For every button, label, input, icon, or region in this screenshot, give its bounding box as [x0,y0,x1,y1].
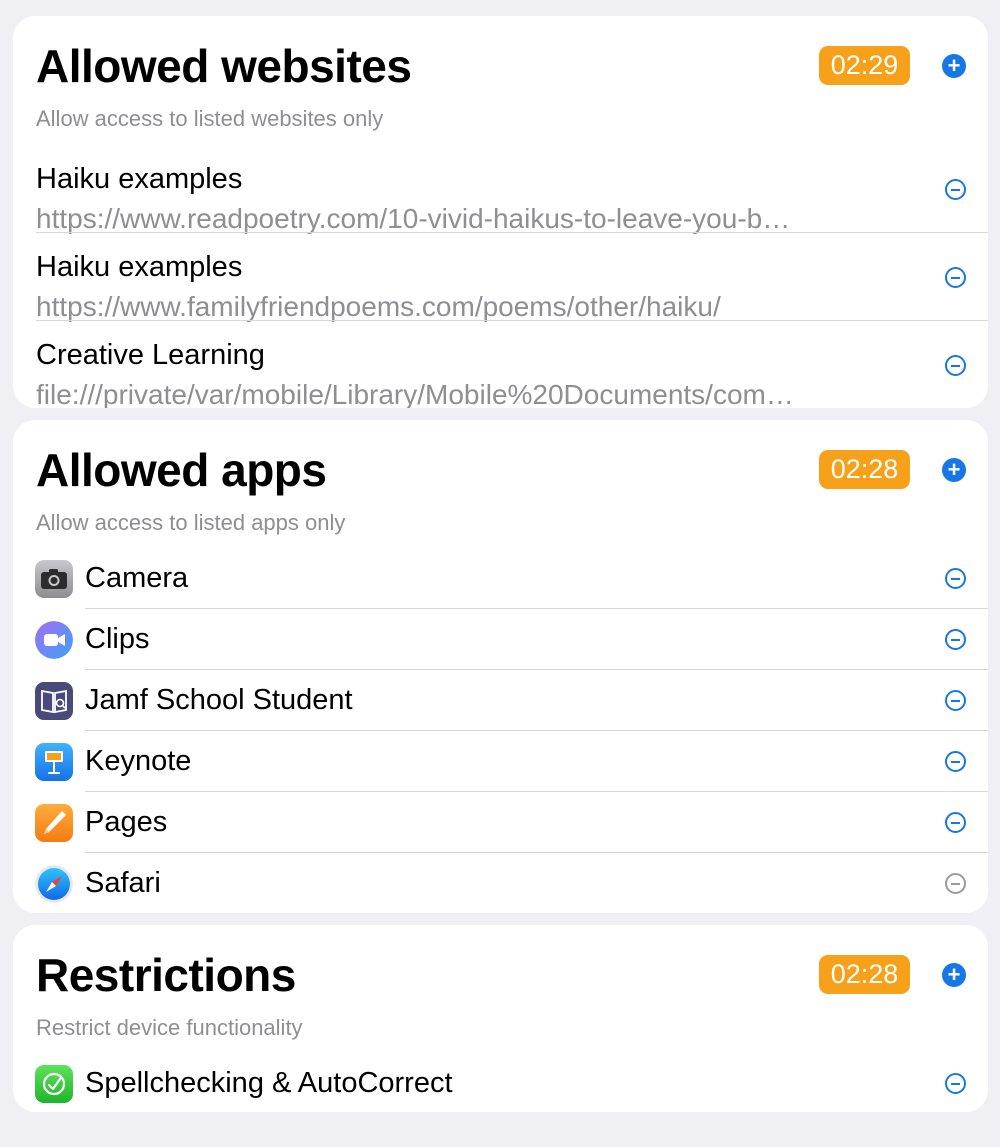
remove-app-button[interactable] [945,629,966,650]
restriction-name: Spellchecking & AutoCorrect [85,1067,453,1099]
remove-website-button[interactable] [945,267,966,288]
remove-website-button[interactable] [945,179,966,200]
app-name: Pages [85,806,168,838]
spellcheck-icon [35,1065,73,1103]
app-row-clips: Clips [13,609,988,670]
allowed-websites-subtitle: Allow access to listed websites only [36,106,384,131]
website-url: https://www.readpoetry.com/10-vivid-haik… [36,203,791,234]
remove-app-button[interactable] [945,751,966,772]
jamf-school-student-icon [35,682,73,720]
allowed-websites-title: Allowed websites [36,40,412,92]
website-url: file:///private/var/mobile/Library/Mobil… [36,379,794,408]
website-name: Creative Learning [36,339,265,371]
remove-app-button[interactable] [945,568,966,589]
app-row-camera: Camera [13,548,988,609]
app-row-jamf-school-student: Jamf School Student [13,670,988,731]
website-name: Haiku examples [36,163,243,195]
app-name: Clips [85,623,150,655]
pages-icon [35,804,73,842]
clips-icon [35,621,73,659]
website-url: https://www.familyfriendpoems.com/poems/… [36,291,721,322]
allowed-apps-title: Allowed apps [36,444,327,496]
website-row: Creative Learning file:///private/var/mo… [13,321,988,408]
app-name: Camera [85,562,189,594]
website-name: Haiku examples [36,251,243,283]
remove-app-button[interactable] [945,873,966,894]
app-name: Keynote [85,745,192,777]
websites-timer-badge: 02:29 [819,46,910,85]
website-row: Haiku examples https://www.readpoetry.co… [13,145,988,234]
safari-icon [35,865,73,903]
keynote-icon [35,743,73,781]
app-row-keynote: Keynote [13,731,988,792]
add-restriction-button[interactable]: + [942,963,966,987]
app-row-safari: Safari [13,853,988,913]
camera-icon [35,560,73,598]
restrictions-title: Restrictions [36,949,296,1001]
add-website-button[interactable]: + [942,54,966,78]
allowed-websites-card: Allowed websites 02:29 + Allow access to… [13,16,988,408]
app-name: Jamf School Student [85,684,353,716]
remove-restriction-button[interactable] [945,1073,966,1094]
restrictions-subtitle: Restrict device functionality [36,1015,303,1040]
website-row: Haiku examples https://www.familyfriendp… [13,233,988,322]
remove-app-button[interactable] [945,690,966,711]
apps-timer-badge: 02:28 [819,450,910,489]
allowed-apps-card: Allowed apps 02:28 + Allow access to lis… [13,420,988,913]
remove-website-button[interactable] [945,355,966,376]
app-name: Safari [85,867,161,899]
app-row-pages: Pages [13,792,988,853]
restrictions-card: Restrictions 02:28 + Restrict device fun… [13,925,988,1112]
remove-app-button[interactable] [945,812,966,833]
allowed-apps-subtitle: Allow access to listed apps only [36,510,346,535]
restrictions-timer-badge: 02:28 [819,955,910,994]
add-app-button[interactable]: + [942,458,966,482]
restriction-row-spellchecking: Spellchecking & AutoCorrect [13,1053,988,1112]
